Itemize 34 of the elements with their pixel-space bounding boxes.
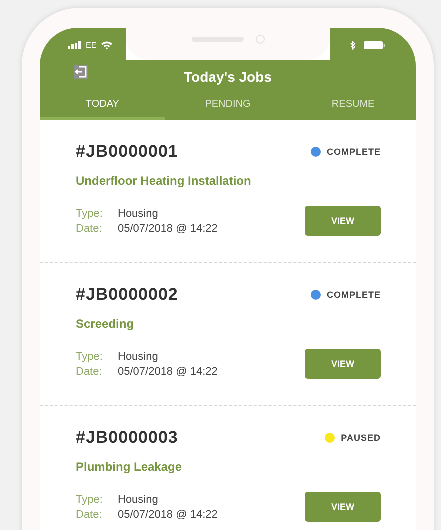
screen-title: Today's Jobs <box>184 69 272 85</box>
job-status: COMPLETE <box>326 290 381 300</box>
battery-icon <box>364 40 386 50</box>
date-label: Date: <box>76 508 104 520</box>
bluetooth-icon <box>350 40 356 50</box>
job-id: #JB0000001 <box>76 142 178 162</box>
date-label: Date: <box>76 366 104 378</box>
job-title: Plumbing Leakage <box>76 460 184 474</box>
job-id: #JB0000002 <box>76 285 178 305</box>
job-type: Housing <box>118 208 160 220</box>
job-date: 05/07/2018 @ 14:22 <box>118 366 218 378</box>
job-status: PAUSED <box>341 433 381 443</box>
job-id: #JB0000003 <box>76 428 178 448</box>
carrier-name: EE <box>86 40 97 50</box>
job-type: Housing <box>118 350 160 362</box>
type-label: Type: <box>76 208 104 220</box>
tab[interactable]: PENDING <box>165 94 291 120</box>
job-type: Housing <box>118 494 160 506</box>
type-label: Type: <box>76 350 104 362</box>
date-label: Date: <box>76 222 104 234</box>
type-label: Type: <box>76 494 104 506</box>
tab[interactable]: RESUME <box>290 94 416 120</box>
wifi-icon <box>100 40 113 50</box>
job-status: COMPLETE <box>326 147 381 157</box>
view-button[interactable]: VIEW <box>305 349 381 379</box>
exit-icon[interactable] <box>74 65 88 79</box>
tab[interactable]: TODAY <box>40 94 166 120</box>
signal-icon <box>68 41 82 49</box>
job-title: Underfloor Heating Installation <box>76 174 252 188</box>
job-date: 05/07/2018 @ 14:22 <box>118 222 218 234</box>
view-button[interactable]: VIEW <box>305 492 381 522</box>
job-date: 05/07/2018 @ 14:22 <box>118 508 218 520</box>
view-button[interactable]: VIEW <box>305 206 381 236</box>
job-title: Screeding <box>76 317 136 331</box>
